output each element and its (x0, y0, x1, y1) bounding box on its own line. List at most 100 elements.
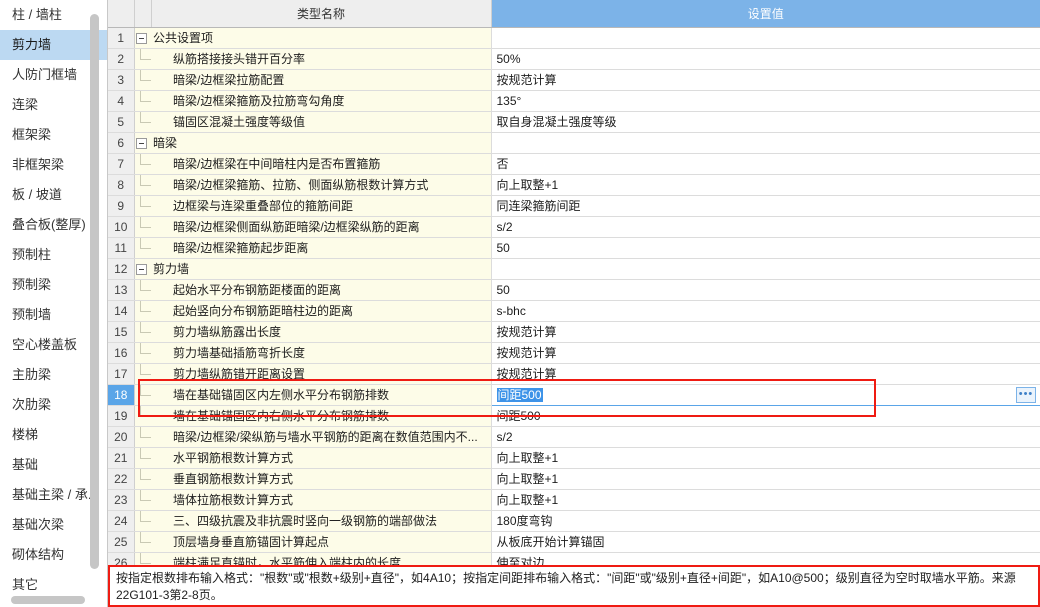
row-number-cell[interactable]: 3 (108, 69, 135, 91)
table-row[interactable]: 3 暗梁/边框梁拉筋配置 按规范计算 (108, 69, 1040, 91)
table-row[interactable]: 15 剪力墙纵筋露出长度 按规范计算 (108, 321, 1040, 343)
table-row[interactable]: 4 暗梁/边框梁箍筋及拉筋弯勾角度 135° (108, 90, 1040, 112)
table-row[interactable]: 13 起始水平分布钢筋距楼面的距离 50 (108, 279, 1040, 301)
table-row[interactable]: 16 剪力墙基础插筋弯折长度 按规范计算 (108, 342, 1040, 364)
setting-value-cell[interactable]: 从板底开始计算锚固 (491, 531, 1040, 553)
setting-value-cell[interactable]: s-bhc (491, 300, 1040, 322)
table-row[interactable]: 22 垂直钢筋根数计算方式 向上取整+1 (108, 468, 1040, 490)
setting-value-cell[interactable]: 向上取整+1 (491, 447, 1040, 469)
table-row[interactable]: 21 水平钢筋根数计算方式 向上取整+1 (108, 447, 1040, 469)
type-name-cell[interactable]: 暗梁/边框梁拉筋配置 (151, 69, 492, 91)
ellipsis-more-button[interactable]: ••• (1016, 386, 1036, 403)
sidebar-vertical-scrollbar[interactable] (90, 14, 99, 569)
type-name-cell[interactable]: 边框梁与连梁重叠部位的箍筋间距 (151, 195, 492, 217)
type-name-cell[interactable]: 墙在基础锚固区内右侧水平分布钢筋排数 (151, 405, 492, 427)
sidebar-horizontal-scrollbar[interactable] (11, 596, 85, 604)
collapse-minus-icon[interactable] (135, 137, 147, 149)
type-name-cell[interactable]: 暗梁/边框梁箍筋、拉筋、侧面纵筋根数计算方式 (151, 174, 492, 196)
row-number-cell[interactable]: 5 (108, 111, 135, 133)
setting-value-cell[interactable]: 50% (491, 48, 1040, 70)
type-name-cell[interactable]: 起始竖向分布钢筋距暗柱边的距离 (151, 300, 492, 322)
row-number-cell[interactable]: 22 (108, 468, 135, 490)
collapse-minus-icon[interactable] (135, 263, 147, 275)
type-name-cell[interactable]: 墙体拉筋根数计算方式 (151, 489, 492, 511)
type-name-cell[interactable]: 暗梁/边框梁在中间暗柱内是否布置箍筋 (151, 153, 492, 175)
table-row[interactable]: 2 纵筋搭接接头错开百分率 50% (108, 48, 1040, 70)
setting-value-cell[interactable]: 间距500 (491, 405, 1040, 427)
setting-value-cell[interactable]: s/2 (491, 426, 1040, 448)
table-row[interactable]: 11 暗梁/边框梁箍筋起步距离 50 (108, 237, 1040, 259)
type-name-cell[interactable]: 顶层墙身垂直筋锚固计算起点 (151, 531, 492, 553)
setting-value-cell[interactable]: 135° (491, 90, 1040, 112)
setting-value-cell[interactable]: 按规范计算 (491, 69, 1040, 91)
table-row[interactable]: 12 剪力墙 (108, 258, 1040, 280)
table-row[interactable]: 1 公共设置项 (108, 27, 1040, 49)
table-row[interactable]: 8 暗梁/边框梁箍筋、拉筋、侧面纵筋根数计算方式 向上取整+1 (108, 174, 1040, 196)
row-number-cell[interactable]: 15 (108, 321, 135, 343)
type-name-cell[interactable]: 剪力墙基础插筋弯折长度 (151, 342, 492, 364)
type-name-cell[interactable]: 剪力墙纵筋露出长度 (151, 321, 492, 343)
row-number-cell[interactable]: 21 (108, 447, 135, 469)
table-row[interactable]: 10 暗梁/边框梁侧面纵筋距暗梁/边框梁纵筋的距离 s/2 (108, 216, 1040, 238)
row-number-cell[interactable]: 8 (108, 174, 135, 196)
table-row[interactable]: 25 顶层墙身垂直筋锚固计算起点 从板底开始计算锚固 (108, 531, 1040, 553)
setting-value-cell[interactable]: 按规范计算 (491, 342, 1040, 364)
table-row[interactable]: 18 墙在基础锚固区内左侧水平分布钢筋排数 间距500 ••• (108, 383, 1040, 406)
setting-value-cell[interactable]: 向上取整+1 (491, 489, 1040, 511)
type-name-cell[interactable]: 水平钢筋根数计算方式 (151, 447, 492, 469)
table-row[interactable]: 23 墙体拉筋根数计算方式 向上取整+1 (108, 489, 1040, 511)
row-number-cell[interactable]: 12 (108, 258, 135, 280)
type-name-cell[interactable]: 起始水平分布钢筋距楼面的距离 (151, 279, 492, 301)
setting-value-editor-text[interactable]: 间距500 (496, 388, 543, 402)
table-row[interactable]: 19 墙在基础锚固区内右侧水平分布钢筋排数 间距500 (108, 405, 1040, 427)
setting-value-cell[interactable]: 向上取整+1 (491, 468, 1040, 490)
type-name-cell[interactable]: 锚固区混凝土强度等级值 (151, 111, 492, 133)
row-number-cell[interactable]: 10 (108, 216, 135, 238)
setting-value-header[interactable]: 设置值 (491, 0, 1040, 28)
type-name-cell[interactable]: 剪力墙纵筋错开距离设置 (151, 363, 492, 385)
row-number-cell[interactable]: 6 (108, 132, 135, 154)
row-number-cell[interactable]: 1 (108, 27, 135, 49)
type-name-cell[interactable]: 公共设置项 (151, 27, 492, 49)
setting-value-cell[interactable]: 向上取整+1 (491, 174, 1040, 196)
row-number-cell[interactable]: 19 (108, 405, 135, 427)
type-name-cell[interactable]: 墙在基础锚固区内左侧水平分布钢筋排数 (151, 384, 492, 406)
row-number-cell[interactable]: 25 (108, 531, 135, 553)
table-row[interactable]: 6 暗梁 (108, 132, 1040, 154)
type-name-cell[interactable]: 暗梁/边框梁箍筋及拉筋弯勾角度 (151, 90, 492, 112)
setting-value-cell[interactable]: 50 (491, 237, 1040, 259)
type-name-cell[interactable]: 暗梁/边框梁侧面纵筋距暗梁/边框梁纵筋的距离 (151, 216, 492, 238)
setting-value-cell[interactable]: 按规范计算 (491, 321, 1040, 343)
row-number-cell[interactable]: 23 (108, 489, 135, 511)
table-row[interactable]: 9 边框梁与连梁重叠部位的箍筋间距 同连梁箍筋间距 (108, 195, 1040, 217)
type-name-cell[interactable]: 垂直钢筋根数计算方式 (151, 468, 492, 490)
setting-value-cell[interactable]: 否 (491, 153, 1040, 175)
type-name-cell[interactable]: 剪力墙 (151, 258, 492, 280)
setting-value-cell[interactable]: 取自身混凝土强度等级 (491, 111, 1040, 133)
setting-value-cell[interactable]: 间距500 ••• (491, 383, 1040, 406)
setting-value-cell[interactable]: 同连梁箍筋间距 (491, 195, 1040, 217)
row-number-cell[interactable]: 11 (108, 237, 135, 259)
setting-value-cell[interactable]: s/2 (491, 216, 1040, 238)
setting-value-cell[interactable]: 50 (491, 279, 1040, 301)
type-name-header[interactable]: 类型名称 (151, 0, 492, 28)
row-number-cell[interactable]: 24 (108, 510, 135, 532)
table-row[interactable]: 17 剪力墙纵筋错开距离设置 按规范计算 (108, 363, 1040, 385)
table-row[interactable]: 5 锚固区混凝土强度等级值 取自身混凝土强度等级 (108, 111, 1040, 133)
table-row[interactable]: 20 暗梁/边框梁/梁纵筋与墙水平钢筋的距离在数值范围内不... s/2 (108, 426, 1040, 448)
row-number-cell[interactable]: 7 (108, 153, 135, 175)
table-row[interactable]: 7 暗梁/边框梁在中间暗柱内是否布置箍筋 否 (108, 153, 1040, 175)
row-number-cell[interactable]: 16 (108, 342, 135, 364)
setting-value-cell[interactable] (491, 27, 1040, 49)
row-number-cell[interactable]: 20 (108, 426, 135, 448)
type-name-cell[interactable]: 暗梁 (151, 132, 492, 154)
collapse-minus-icon[interactable] (135, 32, 147, 44)
row-number-cell[interactable]: 2 (108, 48, 135, 70)
row-number-cell[interactable]: 17 (108, 363, 135, 385)
row-number-cell[interactable]: 4 (108, 90, 135, 112)
row-number-cell[interactable]: 9 (108, 195, 135, 217)
type-name-cell[interactable]: 暗梁/边框梁/梁纵筋与墙水平钢筋的距离在数值范围内不... (151, 426, 492, 448)
table-row[interactable]: 24 三、四级抗震及非抗震时竖向一级钢筋的端部做法 180度弯钩 (108, 510, 1040, 532)
setting-value-cell[interactable] (491, 258, 1040, 280)
type-name-cell[interactable]: 三、四级抗震及非抗震时竖向一级钢筋的端部做法 (151, 510, 492, 532)
